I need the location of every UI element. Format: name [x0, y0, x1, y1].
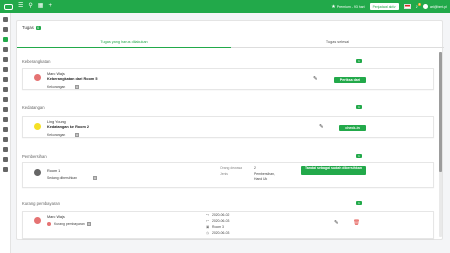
- adults-value: 2: [254, 166, 256, 170]
- active-tab-indicator: [17, 47, 231, 48]
- room-name[interactable]: Room 1: [47, 169, 60, 173]
- sidebar-calendar-icon[interactable]: [3, 27, 8, 32]
- guest-avatar: [34, 217, 41, 224]
- delete-icon[interactable]: 🗑: [353, 220, 360, 226]
- section-count-arrivals: 1: [356, 105, 362, 109]
- edit-icon[interactable]: ✎: [313, 76, 318, 82]
- notifications-count: 2: [418, 2, 422, 6]
- arrival-date: 2020-06-02: [212, 213, 230, 217]
- departure-icon: ↩: [206, 219, 209, 223]
- section-count-departures: 1: [356, 59, 362, 63]
- sidebar-mail-icon[interactable]: [3, 147, 8, 152]
- sidebar-reports-icon[interactable]: [3, 87, 8, 92]
- sidebar-stats-icon[interactable]: [3, 97, 8, 102]
- task-subtitle: Kedatangan ke Room 2: [47, 125, 89, 129]
- guest-avatar: [34, 74, 41, 81]
- scrollbar-thumb[interactable]: [439, 52, 442, 172]
- sidebar-rooms-icon[interactable]: [3, 57, 8, 62]
- sidebar-settings-icon[interactable]: [3, 127, 8, 132]
- section-title-payments: Kurang pembayaran: [22, 201, 60, 206]
- tasks-card: Tugas 6 Tugas yang harus dilakukan Tugas …: [16, 20, 444, 240]
- section-title-arrivals: Kedatangan: [22, 105, 45, 110]
- task-departure: Marc Wajs Keberangkatan dari Room 5 Keku…: [22, 68, 434, 90]
- payment-dot-icon: [47, 222, 51, 226]
- adults-label: Orang dewasa: [220, 166, 243, 170]
- room-icon: ▣: [206, 225, 210, 229]
- cleaning-status: Sedang dibersihkan: [47, 176, 77, 180]
- calendar-icon[interactable]: ▦: [38, 0, 44, 13]
- edit-icon[interactable]: ✎: [334, 220, 339, 226]
- avatar: [423, 4, 429, 9]
- room-name: Room 3: [212, 225, 224, 229]
- sidebar-sync-icon[interactable]: [3, 157, 8, 162]
- search-icon[interactable]: ⚲: [28, 0, 32, 13]
- add-icon[interactable]: +: [48, 0, 52, 13]
- payment-status: Kekurangan: [47, 133, 66, 137]
- status-dropdown[interactable]: ▾: [87, 222, 91, 226]
- type-label: Jenis: [220, 172, 228, 176]
- departure-date: 2020-06-03: [212, 219, 230, 223]
- star-icon: ★: [331, 3, 336, 10]
- checkin-button[interactable]: check-in: [339, 125, 366, 131]
- language-flag-icon[interactable]: [403, 4, 411, 9]
- scrollbar[interactable]: [439, 52, 442, 237]
- section-count-cleaning: 1: [356, 154, 362, 158]
- status-dropdown[interactable]: ▾: [75, 85, 79, 89]
- app-logo[interactable]: [4, 3, 13, 10]
- task-cleaning: Room 1 Sedang dibersihkan ▾ Orang dewasa…: [22, 162, 434, 188]
- edit-icon[interactable]: ✎: [319, 124, 324, 130]
- section-title-departures: Keberangkatan: [22, 59, 51, 64]
- section-count-payments: 1: [356, 201, 362, 205]
- section-title-cleaning: Pembersihan: [22, 154, 47, 159]
- status-dropdown[interactable]: ▾: [75, 133, 79, 137]
- user-menu[interactable]: ari@bmt.pl: [423, 4, 447, 9]
- arrival-icon: ↪: [206, 213, 209, 217]
- task-payment: Marc Wajs Kurang pembayaran ▾ ↪ 2020-06-…: [22, 211, 434, 239]
- tab-divider: [231, 47, 444, 48]
- sidebar-clock-icon[interactable]: [3, 117, 8, 122]
- sidebar-help-icon[interactable]: [3, 137, 8, 142]
- scheduler-button[interactable]: Penjadwal aktiv: [369, 3, 399, 10]
- guest-name[interactable]: Ling Young: [47, 120, 66, 124]
- created-date: 2020-06-03: [212, 231, 230, 235]
- sidebar-home-icon[interactable]: [3, 17, 8, 22]
- type-value: Pembersihan, Hand Uk: [254, 172, 275, 181]
- guest-name[interactable]: Marc Wajs: [47, 72, 65, 76]
- status-dropdown[interactable]: ▾: [93, 176, 97, 180]
- notifications-icon[interactable]: ♪ 2: [416, 2, 422, 10]
- sidebar-logout-icon[interactable]: [3, 167, 8, 172]
- menu-icon[interactable]: ☰: [18, 0, 23, 13]
- sidebar: [0, 13, 11, 253]
- room-icon: [34, 169, 41, 176]
- task-subtitle: Keberangkatan dari Room 5: [47, 77, 98, 81]
- top-bar: ☰ ⚲ ▦ + ★Premium - 93 hari Penjadwal akt…: [0, 0, 450, 13]
- tab-todo[interactable]: Tugas yang harus dilakukan: [17, 40, 231, 44]
- sidebar-guests-icon[interactable]: [3, 47, 8, 52]
- sidebar-payments-icon[interactable]: [3, 67, 8, 72]
- tasks-count-badge: 6: [35, 25, 41, 30]
- sidebar-channels-icon[interactable]: [3, 107, 8, 112]
- tab-done[interactable]: Tugas selesai: [231, 40, 444, 44]
- guest-avatar: [34, 123, 41, 130]
- created-icon: ◷: [206, 231, 209, 235]
- checkout-button[interactable]: Periksa dari: [334, 77, 366, 83]
- task-arrival: Ling Young Kedatangan ke Room 2 Kekurang…: [22, 116, 434, 138]
- page-title: Tugas 6: [22, 25, 41, 30]
- payment-status: Kurang pembayaran: [54, 222, 85, 226]
- guest-name[interactable]: Marc Wajs: [47, 215, 65, 219]
- sidebar-tasks-icon[interactable]: [3, 37, 8, 42]
- mark-cleaned-button[interactable]: Tandai sebagai sudah dibersihkan: [301, 166, 366, 175]
- premium-status[interactable]: ★Premium - 93 hari: [331, 4, 364, 10]
- payment-status: Kekurangan: [47, 85, 66, 89]
- sidebar-documents-icon[interactable]: [3, 77, 8, 82]
